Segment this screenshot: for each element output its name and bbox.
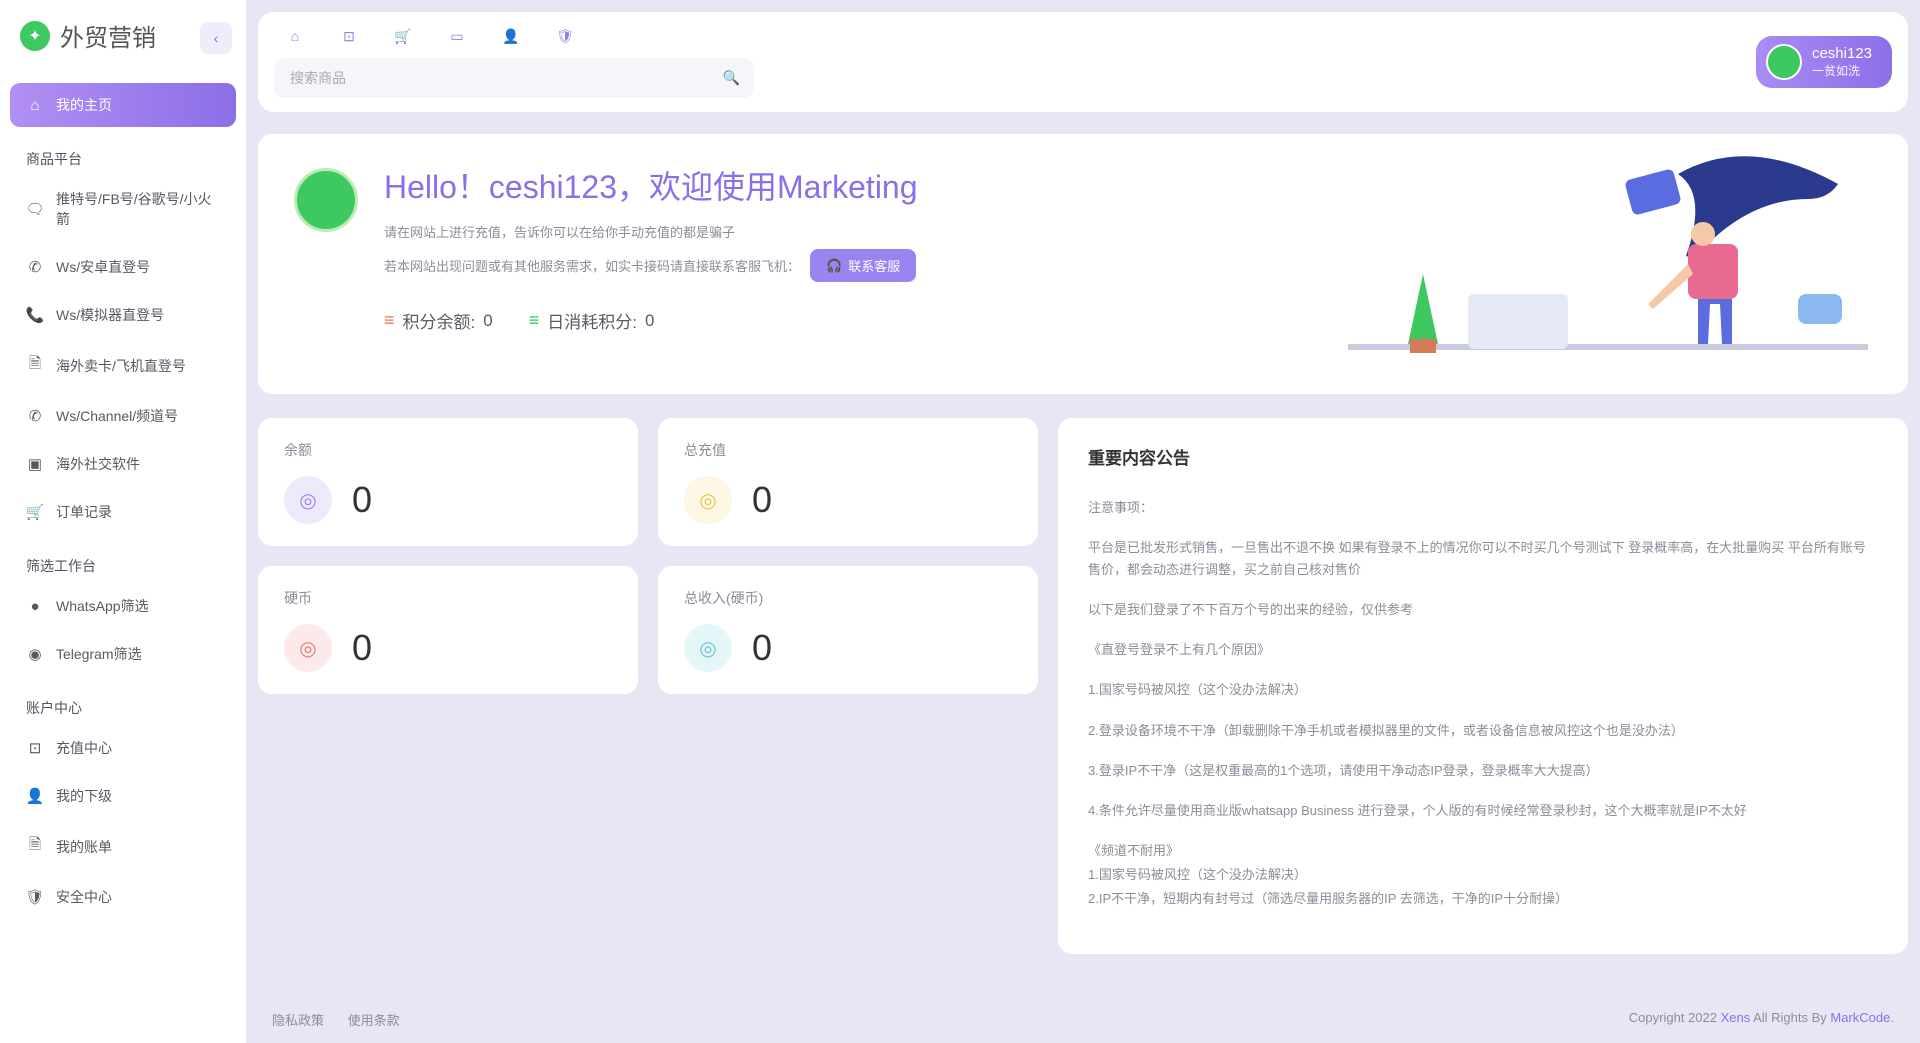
main: ⌂ ⊡ 🛒 ▭ 👤 🛡 🔍 ceshi123 一贫如洗 Hello！ceshi1… xyxy=(246,0,1920,1043)
announcement-panel: 重要内容公告 注意事项： 平台是已批发形式销售，一旦售出不退不换 如果有登录不上… xyxy=(1058,418,1908,954)
hero-title: Hello！ceshi123，欢迎使用Marketing xyxy=(384,162,918,208)
nav-section-filter: 筛选工作台 xyxy=(10,538,236,584)
coins-icon: ≡ xyxy=(529,310,540,331)
card-coins: 硬币 ◎ 0 xyxy=(258,566,638,694)
user-add-icon: 👤 xyxy=(26,787,44,805)
whatsapp-icon: ● xyxy=(26,598,44,615)
top-shield-icon[interactable]: 🛡 xyxy=(550,24,580,48)
card-balance: 余额 ◎ 0 xyxy=(258,418,638,546)
hero-line-1: 请在网站上进行充值，告诉你可以在给你手动充值的都是骗子 xyxy=(384,222,918,241)
message-icon: 🗨 xyxy=(26,200,44,218)
brand-logo-icon: ✦ xyxy=(20,21,50,51)
nav-item-ws-android[interactable]: ✆Ws/安卓直登号 xyxy=(10,245,236,289)
nav-item-ws-emulator[interactable]: 📞Ws/模拟器直登号 xyxy=(10,293,236,337)
nav-item-security[interactable]: 🛡安全中心 xyxy=(10,875,236,919)
top-card-icon[interactable]: ▭ xyxy=(442,24,472,48)
privacy-link[interactable]: 隐私政策 xyxy=(272,1013,324,1028)
top-home-icon[interactable]: ⌂ xyxy=(280,24,310,48)
hero-panel: Hello！ceshi123，欢迎使用Marketing 请在网站上进行充值，告… xyxy=(258,134,1908,394)
whatsapp-icon: ✆ xyxy=(26,258,44,276)
announcement-body: 注意事项： 平台是已批发形式销售，一旦售出不退不换 如果有登录不上的情况你可以不… xyxy=(1088,497,1878,910)
nav-item-twitter[interactable]: 🗨推特号/FB号/谷歌号/小火箭 xyxy=(10,177,236,241)
nav-item-telegram-filter[interactable]: ◉Telegram筛选 xyxy=(10,632,236,676)
topbar: ⌂ ⊡ 🛒 ▭ 👤 🛡 🔍 ceshi123 一贫如洗 xyxy=(258,12,1908,112)
search-icon[interactable]: 🔍 xyxy=(723,70,740,87)
nav-item-recharge[interactable]: ⊡充值中心 xyxy=(10,726,236,770)
headset-icon: 🎧 xyxy=(826,258,842,274)
contact-support-button[interactable]: 🎧 联系客服 xyxy=(810,249,916,282)
copyright: Copyright 2022 Xens All Rights By MarkCo… xyxy=(1629,1010,1894,1029)
document-icon: 🗎 xyxy=(26,353,44,378)
nav-section-products: 商品平台 xyxy=(10,131,236,177)
nav: ⌂ 我的主页 商品平台 🗨推特号/FB号/谷歌号/小火箭 ✆Ws/安卓直登号 📞… xyxy=(0,71,246,1043)
hero-stat-consumed: ≡ 日消耗积分: 0 xyxy=(529,308,655,333)
home-icon: ⌂ xyxy=(26,97,44,114)
coin-icon: ◎ xyxy=(284,624,332,672)
content: Hello！ceshi123，欢迎使用Marketing 请在网站上进行充值，告… xyxy=(246,112,1920,996)
user-subtitle: 一贫如洗 xyxy=(1812,64,1872,80)
shield-icon: 🛡 xyxy=(26,888,44,906)
card-total-recharge: 总充值 ◎ 0 xyxy=(658,418,1038,546)
income-icon: ◎ xyxy=(684,624,732,672)
nav-section-account: 账户中心 xyxy=(10,680,236,726)
hero-line-2: 若本网站出现问题或有其他服务需求，如实卡接码请直接联系客服飞机： 🎧 联系客服 xyxy=(384,249,918,282)
coins-icon: ≡ xyxy=(384,310,395,331)
user-name: ceshi123 xyxy=(1812,44,1872,64)
hero-logo-icon xyxy=(294,168,358,232)
sidebar-collapse-button[interactable]: ‹ xyxy=(200,22,232,54)
nav-home-label: 我的主页 xyxy=(56,95,112,115)
brand-link[interactable]: Xens xyxy=(1721,1010,1751,1025)
nav-item-orders[interactable]: 🛒订单记录 xyxy=(10,490,236,534)
top-user-icon[interactable]: 👤 xyxy=(496,24,526,48)
search-input[interactable] xyxy=(274,58,754,98)
facebook-icon: ▣ xyxy=(26,455,44,473)
balance-icon: ◎ xyxy=(284,476,332,524)
receipt-icon: 🗎 xyxy=(26,834,44,859)
sidebar: ✦ 外贸营销 ‹ ⌂ 我的主页 商品平台 🗨推特号/FB号/谷歌号/小火箭 ✆W… xyxy=(0,0,246,1043)
nav-item-overseas-card[interactable]: 🗎海外卖卡/飞机直登号 xyxy=(10,341,236,390)
chevron-left-icon: ‹ xyxy=(214,30,219,46)
top-window-icon[interactable]: ⊡ xyxy=(334,24,364,48)
nav-item-bills[interactable]: 🗎我的账单 xyxy=(10,822,236,871)
nav-item-whatsapp-filter[interactable]: ●WhatsApp筛选 xyxy=(10,584,236,628)
nav-item-social-app[interactable]: ▣海外社交软件 xyxy=(10,442,236,486)
search-wrap: 🔍 xyxy=(274,58,754,98)
avatar xyxy=(1766,44,1802,80)
card-total-income: 总收入(硬币) ◎ 0 xyxy=(658,566,1038,694)
nav-item-subordinates[interactable]: 👤我的下级 xyxy=(10,774,236,818)
terms-link[interactable]: 使用条款 xyxy=(348,1013,400,1028)
nav-item-ws-channel[interactable]: ✆Ws/Channel/频道号 xyxy=(10,394,236,438)
hero-stat-points: ≡ 积分余额: 0 xyxy=(384,308,493,333)
cart-icon: 🛒 xyxy=(26,503,44,521)
brand-title: 外贸营销 xyxy=(60,18,156,53)
nav-home[interactable]: ⌂ 我的主页 xyxy=(10,83,236,127)
telegram-icon: ◉ xyxy=(26,645,44,663)
recharge-icon: ◎ xyxy=(684,476,732,524)
hero-illustration xyxy=(1348,144,1868,384)
wallet-icon: ⊡ xyxy=(26,739,44,757)
top-icon-row: ⌂ ⊡ 🛒 ▭ 👤 🛡 xyxy=(274,20,1892,58)
phone-icon: 📞 xyxy=(26,306,44,324)
footer: 隐私政策 使用条款 Copyright 2022 Xens All Rights… xyxy=(246,996,1920,1043)
announcement-title: 重要内容公告 xyxy=(1088,444,1878,469)
author-link[interactable]: MarkCode xyxy=(1830,1010,1890,1025)
top-cart-icon[interactable]: 🛒 xyxy=(388,24,418,48)
user-badge[interactable]: ceshi123 一贫如洗 xyxy=(1756,36,1892,88)
stat-cards: 余额 ◎ 0 总充值 ◎ 0 硬币 ◎ xyxy=(258,418,1038,694)
whatsapp-icon: ✆ xyxy=(26,407,44,425)
